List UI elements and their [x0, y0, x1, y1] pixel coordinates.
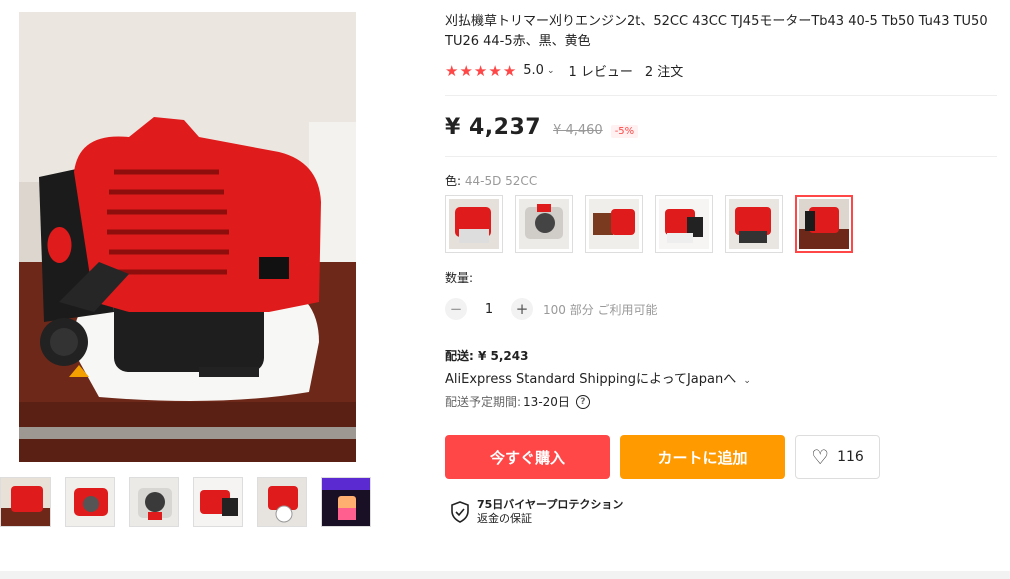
wishlist-count: 116 [837, 449, 864, 465]
quantity-increase-button[interactable]: + [511, 298, 533, 320]
thumbnail-4[interactable] [193, 477, 243, 527]
divider [445, 95, 997, 96]
star-icon: ★ [488, 61, 502, 80]
price-row: ¥ 4,237 ¥ 4,460 -5% [445, 115, 639, 140]
quantity-decrease-button[interactable]: − [445, 298, 467, 320]
divider [445, 156, 997, 157]
engine-illustration [19, 12, 356, 462]
shipping-cost-row: 配送: ¥ 5,243 [445, 347, 528, 364]
shipping-method-row[interactable]: AliExpress Standard ShippingによってJapanへ ⌄ [445, 368, 751, 387]
shipping-method[interactable]: AliExpress Standard ShippingによってJapanへ [445, 372, 736, 387]
thumbnail-strip [0, 477, 385, 527]
shipping-cost: ¥ 5,243 [478, 349, 529, 363]
thumbnail-3[interactable] [129, 477, 179, 527]
wishlist-button[interactable]: ♡ 116 [795, 435, 880, 479]
shipping-label: 配送: [445, 349, 474, 363]
footer-divider [0, 571, 1010, 579]
main-product-image[interactable] [19, 12, 356, 462]
current-price: ¥ 4,237 [445, 115, 542, 140]
delivery-label: 配送予定期間: [445, 395, 522, 409]
star-icon: ★ [473, 61, 488, 80]
protection-text: 75日バイヤープロテクション 返金の保証 [477, 498, 623, 526]
variant-option-4[interactable] [655, 195, 713, 253]
rating-value[interactable]: 5.0 [523, 63, 544, 78]
product-title: 刈払機草トリマー刈りエンジン2t、52CC 43CC TJ45モーターTb43 … [445, 14, 988, 49]
thumbnail-1[interactable] [0, 477, 51, 527]
heart-icon: ♡ [811, 445, 830, 469]
protection-subtitle: 返金の保証 [477, 512, 532, 525]
thumbnail-2[interactable] [65, 477, 115, 527]
original-price: ¥ 4,460 [553, 123, 603, 138]
star-icon: ★ [459, 61, 473, 80]
delivery-estimate-row: 配送予定期間: 13-20日 ? [445, 393, 590, 410]
delivery-days: 13-20日 [523, 395, 570, 409]
reviews-link[interactable]: 1 レビュー [569, 61, 633, 80]
rating-row: ★ ★ ★ ★ ★ 5.0 ⌄ 1 レビュー 2 注文 [445, 61, 684, 81]
protection-title: 75日バイヤープロテクション [477, 498, 624, 511]
discount-badge: -5% [610, 125, 639, 138]
star-icon: ★ [445, 61, 459, 80]
chevron-down-icon[interactable]: ⌄ [743, 376, 751, 386]
help-icon[interactable]: ? [575, 394, 590, 409]
add-to-cart-button[interactable]: カートに追加 [620, 435, 785, 479]
chevron-down-icon[interactable]: ⌄ [547, 66, 555, 76]
shield-check-icon [451, 501, 469, 523]
color-label-text: 色: [445, 174, 462, 188]
variant-option-1[interactable] [445, 195, 503, 253]
quantity-stepper: − 1 + 100 部分 ご利用可能 [445, 298, 658, 320]
orders-count: 2 注文 [644, 65, 684, 80]
buyer-protection: 75日バイヤープロテクション 返金の保証 [451, 498, 623, 526]
variant-option-3[interactable] [585, 195, 643, 253]
quantity-label: 数量: [445, 271, 474, 285]
quantity-value[interactable]: 1 [467, 302, 511, 317]
color-variants [445, 195, 865, 253]
buy-now-button[interactable]: 今すぐ購入 [445, 435, 610, 479]
color-selected-value: 44-5D 52CC [464, 174, 538, 188]
variant-option-6-selected[interactable] [795, 195, 853, 253]
thumbnail-6-video[interactable] [321, 477, 371, 527]
quantity-available: 100 部分 ご利用可能 [543, 302, 658, 317]
color-label: 色: 44-5D 52CC [445, 172, 537, 189]
variant-option-2[interactable] [515, 195, 573, 253]
variant-option-5[interactable] [725, 195, 783, 253]
star-icon: ★ [502, 61, 517, 80]
thumbnail-5[interactable] [257, 477, 307, 527]
